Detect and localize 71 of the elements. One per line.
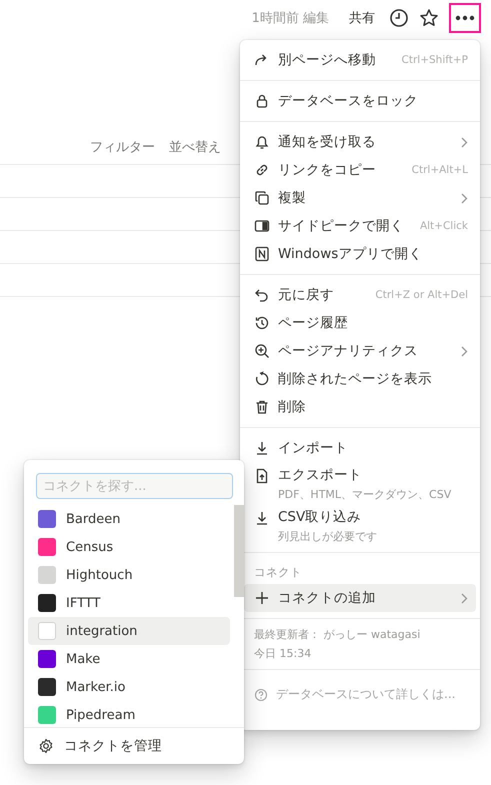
connection-item[interactable]: Bardeen <box>28 505 230 533</box>
settings-icon <box>38 738 54 754</box>
menu-item[interactable]: CSV取り込み 列見出しが必要です <box>244 504 476 546</box>
file-export-icon <box>254 468 270 484</box>
restore-icon <box>254 371 270 387</box>
chevron-right-icon <box>461 592 468 604</box>
connection-item[interactable]: Marker.io <box>28 673 230 701</box>
app-logo-icon <box>38 622 56 640</box>
side-panel-icon <box>254 218 270 234</box>
section-heading: コネクト <box>253 564 303 581</box>
menu-item[interactable]: 削除 <box>244 393 476 421</box>
menu-item[interactable]: エクスポート PDF、HTML、マークダウン、CSV <box>244 462 476 504</box>
last-edited-time: 今日 15:34 <box>254 646 312 661</box>
add-connection-item[interactable]: コネクトの追加 <box>244 584 476 612</box>
chevron-right-icon <box>461 192 468 204</box>
connection-item[interactable]: integration <box>28 617 230 645</box>
connection-item[interactable]: IFTTT <box>28 589 230 617</box>
chevron-right-icon <box>461 136 468 148</box>
search-field[interactable]: コネクトを探す... <box>36 473 233 499</box>
menu-item[interactable]: 元に戻す Ctrl+Z or Alt+Del <box>244 281 476 309</box>
shortcut-text: Ctrl+Shift+P <box>402 54 468 66</box>
clock-icon[interactable] <box>389 8 409 28</box>
connection-item[interactable]: Pipedream <box>28 701 230 727</box>
app-logo-icon <box>38 650 56 668</box>
star-icon[interactable] <box>419 8 439 28</box>
plus-icon <box>254 590 270 606</box>
menu-item[interactable]: データベースをロック <box>244 87 476 115</box>
more-button[interactable] <box>449 3 481 33</box>
share-button[interactable]: 共有 <box>345 7 379 29</box>
menu-item[interactable]: 通知を受け取る <box>244 128 476 156</box>
last-edited-text: 1時間前 編集 <box>252 10 329 27</box>
filter-button[interactable]: フィルター <box>90 138 155 156</box>
chevron-right-icon <box>461 346 468 356</box>
trash-icon <box>254 399 270 415</box>
menu-item[interactable]: 別ページへ移動 Ctrl+Shift+P <box>244 46 476 74</box>
last-edited-by-text: 最終更新者： がっしー watagasi <box>254 627 422 642</box>
menu-item[interactable]: インポート <box>244 434 476 462</box>
more-dots-icon <box>455 15 475 21</box>
menu-item[interactable]: Windowsアプリで開く <box>244 240 476 268</box>
app-logo-icon <box>38 566 56 584</box>
shortcut-text: Ctrl+Z or Alt+Del <box>375 289 468 301</box>
menu-item[interactable]: 複製 <box>244 184 476 212</box>
scrollbar[interactable] <box>234 505 244 597</box>
app-logo-icon <box>38 706 56 724</box>
menu-item[interactable]: リンクをコピー Ctrl+Alt+L <box>244 156 476 184</box>
app-logo-icon <box>38 510 56 528</box>
sort-button[interactable]: 並べ替え <box>169 138 221 156</box>
connection-item[interactable]: Make <box>28 645 230 673</box>
app-logo-icon <box>254 246 270 262</box>
lock-icon <box>254 93 270 109</box>
link-icon <box>254 162 270 178</box>
app-logo-icon <box>38 538 56 556</box>
app-logo-icon <box>38 594 56 612</box>
shortcut-text: Ctrl+Alt+L <box>412 164 468 176</box>
menu-item[interactable]: ページ履歴 <box>244 309 476 337</box>
download-icon <box>254 510 270 526</box>
manage-connections-button[interactable]: コネクトを管理 <box>24 727 244 764</box>
shortcut-text: Alt+Click <box>420 220 468 232</box>
menu-item[interactable]: ページアナリティクス <box>244 337 476 365</box>
help-icon <box>254 688 268 702</box>
duplicate-icon <box>254 190 270 206</box>
app-logo-icon <box>38 678 56 696</box>
download-icon <box>254 440 270 456</box>
zoom-in-icon <box>254 343 270 359</box>
connection-item[interactable]: Hightouch <box>28 561 230 589</box>
menu-item[interactable]: サイドピークで開く Alt+Click <box>244 212 476 240</box>
connection-item[interactable]: Census <box>28 533 230 561</box>
menu-item[interactable]: 削除されたページを表示 <box>244 365 476 393</box>
history-icon <box>254 315 270 331</box>
undo-icon <box>254 287 270 303</box>
bell-icon <box>254 134 270 150</box>
